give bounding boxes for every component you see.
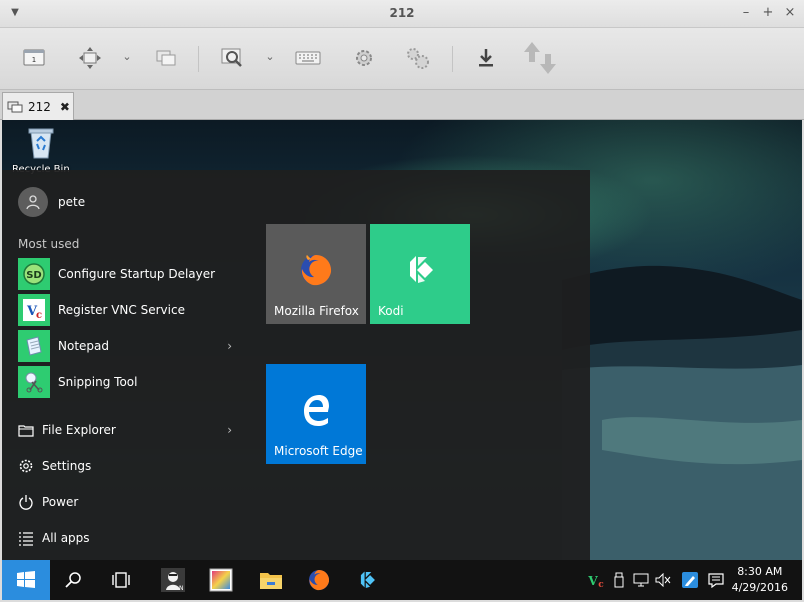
- display-icon[interactable]: 1: [20, 44, 48, 72]
- maximize-button[interactable]: +: [760, 5, 776, 21]
- svg-text:N: N: [179, 585, 184, 592]
- clock[interactable]: 8:30 AM 4/29/2016: [732, 564, 788, 596]
- pen-icon[interactable]: [678, 560, 702, 600]
- network-icon[interactable]: [630, 560, 652, 600]
- start-button[interactable]: [2, 560, 50, 600]
- user-account[interactable]: pete: [18, 187, 85, 217]
- system-power[interactable]: Power: [18, 488, 240, 516]
- system-label: All apps: [42, 531, 90, 545]
- edge-icon: [304, 395, 329, 426]
- toolbar-separator: [452, 46, 453, 72]
- windows-icon[interactable]: [152, 44, 180, 72]
- tile-kodi[interactable]: Kodi: [370, 224, 470, 324]
- chevron-down-icon[interactable]: ⌄: [120, 50, 134, 64]
- app-label: Configure Startup Delayer: [58, 267, 216, 281]
- task-view-icon[interactable]: [98, 560, 144, 600]
- chevron-right-icon[interactable]: ›: [227, 339, 232, 353]
- chevron-right-icon[interactable]: ›: [227, 423, 232, 437]
- recycle-bin-icon[interactable]: [26, 126, 56, 160]
- close-window-button[interactable]: ×: [782, 5, 798, 21]
- search-icon[interactable]: [50, 560, 96, 600]
- app-label: Notepad: [58, 339, 109, 353]
- system-label: Settings: [42, 459, 92, 473]
- viewer-toolbar: 1 ⌄ ⌄: [0, 28, 804, 90]
- avatar: [18, 187, 48, 217]
- tile-mozilla-firefox[interactable]: Mozilla Firefox: [266, 224, 366, 324]
- fit-window-icon[interactable]: [76, 44, 104, 72]
- tab-212[interactable]: 212 ✖: [2, 92, 74, 120]
- app-configure-startup-delayer[interactable]: SD Configure Startup Delayer: [18, 257, 240, 291]
- app-register-vnc-service[interactable]: Vc Register VNC Service: [18, 293, 240, 327]
- window-title: 212: [389, 6, 415, 20]
- user-app-icon[interactable]: N: [150, 560, 196, 600]
- list-icon: [19, 532, 33, 546]
- scissors-icon: [18, 366, 50, 398]
- app-label: Register VNC Service: [58, 303, 185, 317]
- system-file-explorer[interactable]: File Explorer ›: [18, 416, 240, 444]
- notepad-icon: [18, 330, 50, 362]
- user-name: pete: [58, 195, 86, 209]
- user-icon: [26, 195, 40, 210]
- system-settings[interactable]: Settings: [18, 452, 240, 480]
- start-menu: pete Most used SD Configure Startup Dela…: [2, 170, 590, 560]
- viewer-titlebar: ▼ 212 – + ×: [0, 0, 804, 28]
- tab-bar: 212 ✖: [0, 90, 804, 120]
- svg-text:c: c: [598, 580, 604, 588]
- zoom-icon[interactable]: [218, 44, 246, 72]
- clock-date: 4/29/2016: [731, 581, 788, 594]
- vnc-icon: Vc: [18, 294, 50, 326]
- keyboard-icon[interactable]: [294, 44, 322, 72]
- most-used-label: Most used: [18, 237, 80, 251]
- transfer-icon[interactable]: [520, 42, 560, 74]
- toolbar-separator: [198, 46, 199, 72]
- usb-icon[interactable]: [608, 560, 630, 600]
- firefox-icon: [301, 255, 332, 286]
- volume-mute-icon[interactable]: [652, 560, 674, 600]
- system-all-apps[interactable]: All apps: [18, 524, 240, 552]
- kodi-icon[interactable]: [344, 560, 390, 600]
- kodi-icon: [410, 256, 433, 283]
- svg-text:1: 1: [32, 56, 36, 64]
- taskbar: N Vc 8:30 AM 4/29/2016: [2, 560, 802, 600]
- svg-text:c: c: [36, 310, 42, 321]
- system-label: Power: [42, 495, 79, 509]
- gears-icon[interactable]: [404, 44, 432, 72]
- app-notepad[interactable]: Notepad ›: [18, 329, 240, 363]
- tile-label: Microsoft Edge: [274, 444, 363, 458]
- chevron-down-icon[interactable]: ⌄: [263, 50, 277, 64]
- clock-time: 8:30 AM: [737, 565, 783, 578]
- tile-label: Mozilla Firefox: [274, 304, 359, 318]
- startup-delayer-icon: SD: [18, 258, 50, 290]
- windows-logo-icon: [17, 571, 35, 588]
- folder-icon[interactable]: [248, 560, 294, 600]
- svg-text:SD: SD: [26, 270, 42, 281]
- gear-icon[interactable]: [350, 44, 378, 72]
- minimize-button[interactable]: –: [738, 5, 754, 21]
- windows-icon: [7, 101, 23, 112]
- tile-microsoft-edge[interactable]: Microsoft Edge: [266, 364, 366, 464]
- start-menu-left-pane: pete Most used SD Configure Startup Dela…: [2, 170, 242, 560]
- app-label: Snipping Tool: [58, 375, 138, 389]
- power-icon: [19, 495, 33, 510]
- svg-text:V: V: [587, 574, 598, 588]
- system-label: File Explorer: [42, 423, 116, 437]
- gear-icon: [19, 459, 33, 473]
- firefox-icon[interactable]: [296, 560, 342, 600]
- notifications-icon[interactable]: [704, 560, 728, 600]
- download-icon[interactable]: [472, 44, 500, 72]
- tile-label: Kodi: [378, 304, 404, 318]
- remote-desktop[interactable]: Recycle Bin pete Most used SD Configure …: [2, 120, 802, 600]
- tab-label: 212: [28, 99, 51, 114]
- vnc-icon[interactable]: Vc: [584, 560, 608, 600]
- paint-icon[interactable]: [198, 560, 244, 600]
- app-snipping-tool[interactable]: Snipping Tool: [18, 365, 240, 399]
- close-tab-button[interactable]: ✖: [60, 100, 70, 114]
- folder-icon: [18, 425, 34, 437]
